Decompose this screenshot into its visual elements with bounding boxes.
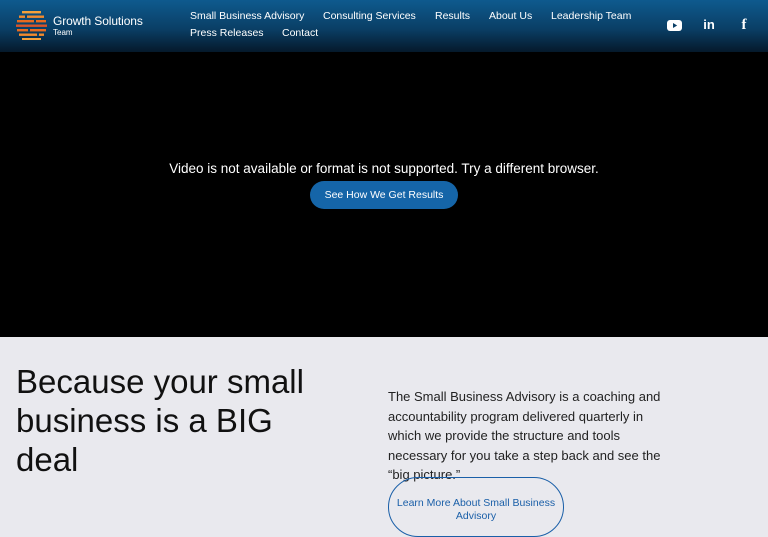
- nav-leadership-team[interactable]: Leadership Team: [551, 10, 631, 22]
- nav-results[interactable]: Results: [435, 10, 470, 22]
- facebook-icon: f: [741, 17, 747, 33]
- hero-video[interactable]: Video is not available or format is not …: [0, 52, 768, 337]
- nav-press-releases[interactable]: Press Releases: [190, 27, 264, 39]
- see-results-button[interactable]: See How We Get Results: [310, 181, 458, 209]
- youtube-link[interactable]: [666, 17, 682, 33]
- nav-about-us[interactable]: About Us: [489, 10, 532, 22]
- logo-mark-icon: [16, 11, 47, 40]
- page-headline: Because your small business is a BIG dea…: [16, 363, 304, 478]
- logo-name: Growth Solutions: [53, 14, 143, 28]
- advisory-description: The Small Business Advisory is a coachin…: [388, 389, 661, 482]
- learn-more-button[interactable]: Learn More About Small Business Advisory: [388, 477, 564, 537]
- linkedin-icon: in: [703, 17, 715, 32]
- video-unsupported-message: Video is not available or format is not …: [169, 161, 599, 176]
- youtube-icon: [666, 19, 682, 31]
- nav-contact[interactable]: Contact: [282, 27, 318, 39]
- site-header: Growth Solutions Team Small Business Adv…: [0, 0, 768, 52]
- linkedin-link[interactable]: in: [701, 17, 717, 33]
- nav-small-business-advisory[interactable]: Small Business Advisory: [190, 10, 304, 22]
- facebook-link[interactable]: f: [736, 17, 752, 33]
- logo[interactable]: Growth Solutions Team: [16, 10, 156, 42]
- logo-tagline: Team: [53, 28, 73, 37]
- nav-consulting-services[interactable]: Consulting Services: [323, 10, 416, 22]
